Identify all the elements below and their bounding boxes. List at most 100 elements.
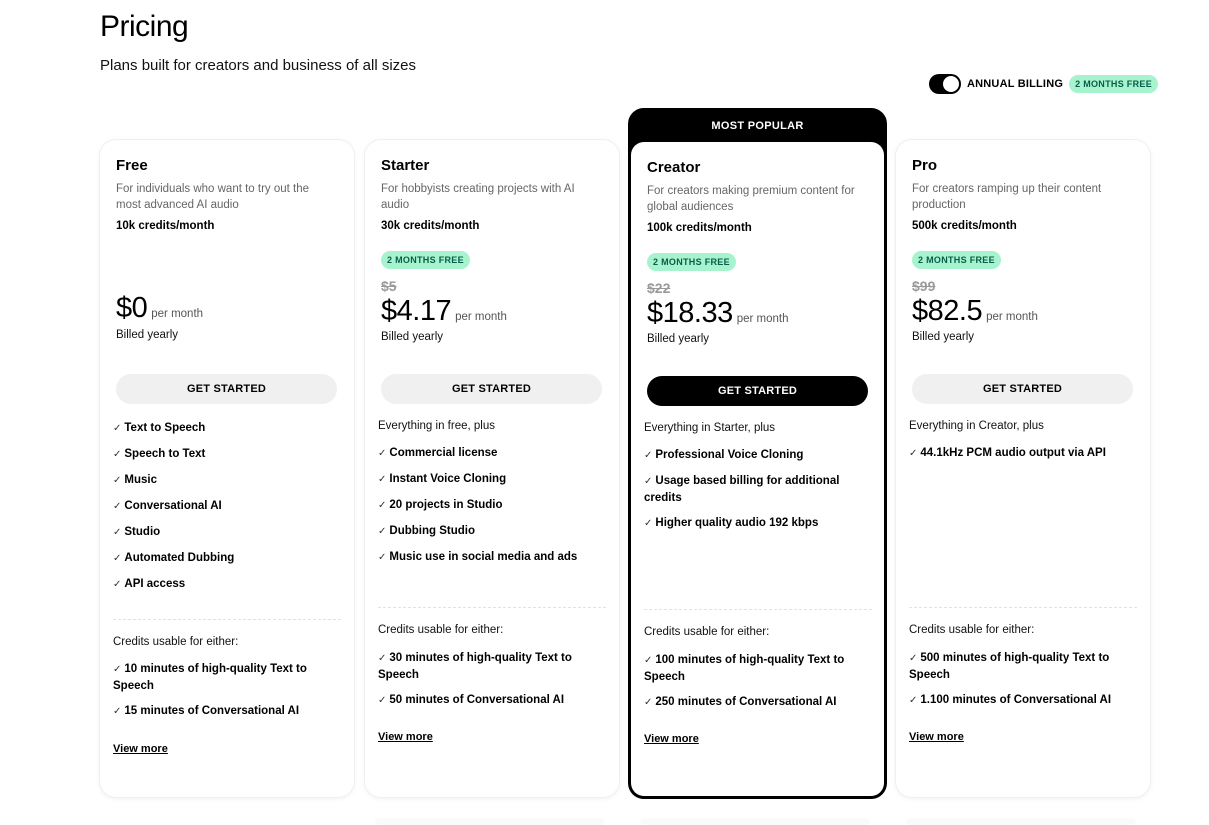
months-free-badge: 2 MONTHS FREE [912,251,1001,269]
plan-price: $4.17 per month [381,295,507,328]
usage-list: ✓ 100 minutes of high-quality Text to Spe… [644,652,874,720]
annual-billing-label: ANNUAL BILLING [967,78,1064,90]
plan-name: Starter [381,157,430,174]
get-started-button[interactable]: GET STARTED [116,374,337,404]
feature-list: ✓ 44.1kHz PCM audio output via API [909,445,1139,471]
credits-usable-label: Credits usable for either: [909,624,1035,636]
divider [644,609,872,610]
check-icon: ✓ [113,449,122,460]
most-popular-banner: MOST POPULAR [711,120,804,132]
check-icon: ✓ [378,552,387,563]
feature-item: ✓ Dubbing Studio [378,525,475,537]
divider [378,607,606,608]
feature-item: ✓ 20 projects in Studio [378,499,503,511]
months-free-badge: 2 MONTHS FREE [381,251,470,269]
feature-item: ✓ Instant Voice Cloning [378,473,507,485]
price-amount: $4.17 [381,295,452,327]
original-price: $22 [647,280,671,296]
billed-yearly: Billed yearly [381,331,443,343]
months-free-badge: 2 MONTHS FREE [1069,75,1158,93]
features-intro: Everything in Creator, plus [909,420,1044,432]
billed-yearly: Billed yearly [912,331,974,343]
view-more-link[interactable]: View more [378,731,433,743]
next-section-edge [375,818,605,825]
plan-description: For creators ramping up their content pr… [912,183,1102,211]
check-icon: ✓ [113,664,122,675]
view-more-link[interactable]: View more [909,731,964,743]
feature-item: ✓ Text to Speech [113,422,206,434]
plan-name: Creator [647,159,701,176]
feature-item: ✓ Automated Dubbing [113,552,235,564]
plan-price: $82.5 per month [912,295,1038,328]
price-amount: $82.5 [912,295,983,327]
usage-item: ✓ 50 minutes of Conversational AI [378,694,565,706]
get-started-button[interactable]: GET STARTED [912,374,1133,404]
page-subtitle: Plans built for creators and business of… [100,57,416,74]
original-price: $99 [912,278,936,294]
view-more-link[interactable]: View more [644,733,699,745]
months-free-badge: 2 MONTHS FREE [647,253,736,271]
usage-list: ✓ 10 minutes of high-quality Text to Spee… [113,661,343,729]
get-started-button[interactable]: GET STARTED [647,376,868,406]
check-icon: ✓ [378,474,387,485]
usage-item: ✓ 15 minutes of Conversational AI [113,705,300,717]
plan-description: For hobbyists creating projects with AI … [381,183,575,211]
original-price: $5 [381,278,397,294]
usage-item: ✓ 10 minutes of high-quality Text to Spee… [113,663,307,692]
check-icon: ✓ [644,655,653,666]
price-period: per month [986,311,1038,323]
view-more-link[interactable]: View more [113,743,168,755]
next-section-edge [906,818,1136,825]
toggle-knob [943,76,959,92]
plan-credits: 10k credits/month [116,220,215,232]
check-icon: ✓ [644,518,653,529]
plan-description: For creators making premium content for … [647,185,855,213]
check-icon: ✓ [644,450,653,461]
feature-item: ✓ Conversational AI [113,500,222,512]
plan-card-free: Free For individuals who want to try out… [100,140,354,797]
check-icon: ✓ [909,653,918,664]
annual-billing-toggle[interactable] [929,74,961,94]
check-icon: ✓ [378,526,387,537]
plan-card-starter: Starter For hobbyists creating projects … [365,140,619,797]
plan-price: $0 per month [116,292,203,325]
usage-item: ✓ 500 minutes of high-quality Text to Spe… [909,652,1110,681]
feature-item: ✓ API access [113,578,186,590]
feature-item: ✓ 44.1kHz PCM audio output via API [909,447,1106,459]
divider [113,619,341,620]
feature-item: ✓ Music [113,474,157,486]
feature-item: ✓ Usage based billing for additional cred… [644,475,840,504]
plan-credits: 30k credits/month [381,220,480,232]
divider [909,607,1137,608]
usage-item: ✓ 30 minutes of high-quality Text to Spee… [378,652,572,681]
credits-usable-label: Credits usable for either: [644,626,770,638]
usage-item: ✓ 250 minutes of Conversational AI [644,696,837,708]
plan-card-body: Creator For creators making premium cont… [631,142,884,796]
check-icon: ✓ [113,475,122,486]
feature-item: ✓ Music use in social media and ads [378,551,578,563]
billed-yearly: Billed yearly [116,329,178,341]
feature-item: ✓ Professional Voice Cloning [644,449,804,461]
check-icon: ✓ [378,695,387,706]
check-icon: ✓ [378,653,387,664]
feature-list: ✓ Text to Speech ✓ Speech to Text ✓ Music ✓… [113,420,343,602]
features-intro: Everything in free, plus [378,420,495,432]
get-started-button[interactable]: GET STARTED [381,374,602,404]
check-icon: ✓ [378,448,387,459]
billing-toggle-group: ANNUAL BILLING 2 MONTHS FREE [929,74,1158,94]
price-period: per month [455,311,507,323]
credits-usable-label: Credits usable for either: [378,624,504,636]
plan-name: Pro [912,157,938,174]
plan-card-creator: MOST POPULAR Creator For creators making… [628,108,887,799]
check-icon: ✓ [113,501,122,512]
price-period: per month [736,313,789,325]
feature-item: ✓ Studio [113,526,161,538]
plan-credits: 100k credits/month [647,222,752,234]
price-amount: $0 [116,292,148,324]
usage-list: ✓ 30 minutes of high-quality Text to Spee… [378,650,608,718]
check-icon: ✓ [113,706,122,717]
usage-item: ✓ 100 minutes of high-quality Text to Spe… [644,654,845,683]
check-icon: ✓ [113,579,122,590]
check-icon: ✓ [113,423,122,434]
credits-usable-label: Credits usable for either: [113,636,239,648]
